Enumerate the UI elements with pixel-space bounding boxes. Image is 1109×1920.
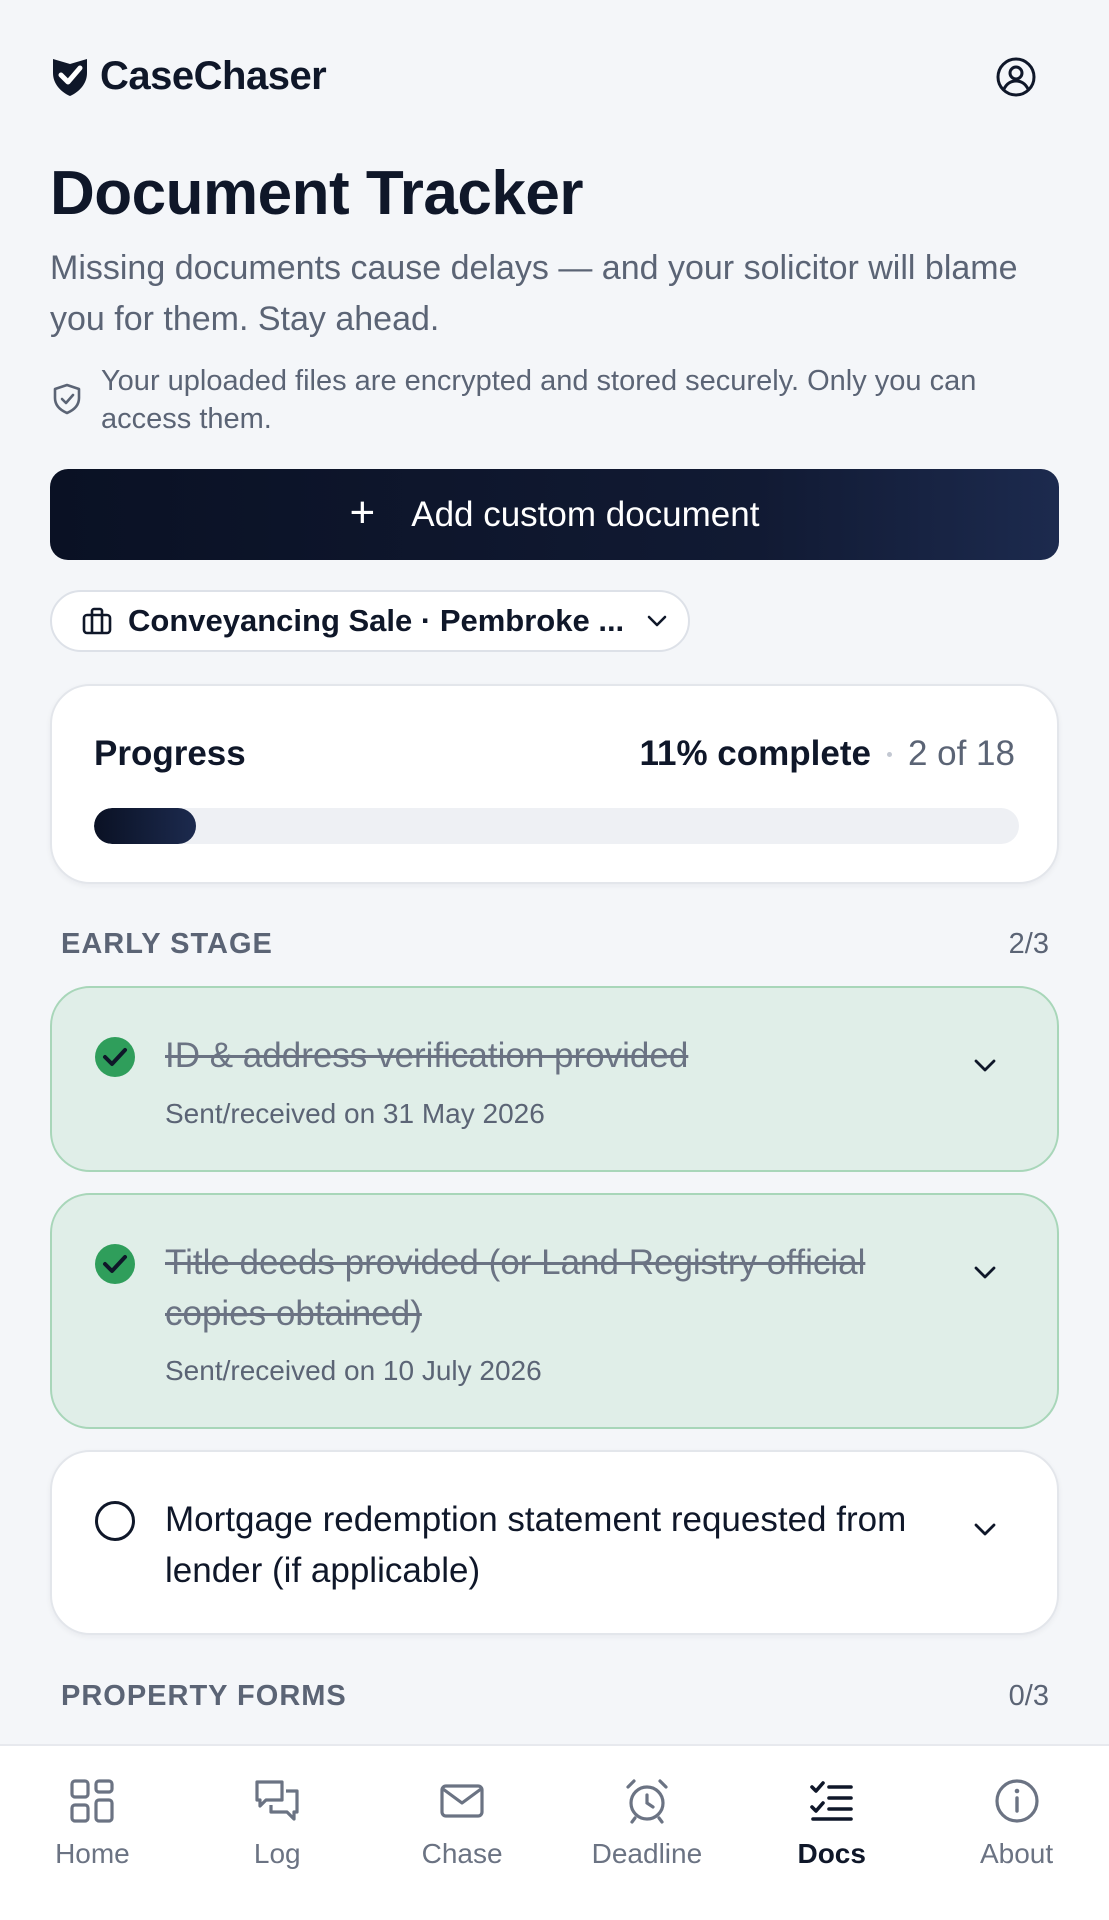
document-title: Mortgage redemption statement requested …	[165, 1500, 907, 1590]
checklist-icon	[809, 1781, 853, 1821]
section-count: 2/3	[1008, 928, 1049, 960]
bottom-navigation: Home Log Chase Deadline Docs About	[0, 1744, 1109, 1920]
progress-bar-fill	[94, 808, 196, 844]
nav-item-docs[interactable]: Docs	[739, 1746, 924, 1920]
progress-card: Progress 11% complete 2 of 18	[50, 684, 1059, 884]
section-header-property-forms: PROPERTY FORMS 0/3	[61, 1680, 1049, 1713]
section-title: EARLY STAGE	[61, 928, 273, 960]
check-circle-icon[interactable]	[94, 1036, 136, 1078]
home-grid-icon	[70, 1779, 115, 1823]
app-name: CaseChaser	[100, 54, 327, 98]
progress-label: Progress	[94, 734, 246, 773]
section-header-early-stage: EARLY STAGE 2/3	[61, 928, 1049, 961]
chevron-down-icon[interactable]	[973, 1058, 997, 1074]
nav-item-about[interactable]: About	[924, 1746, 1109, 1920]
document-item[interactable]: ID & address verification provided Sent/…	[50, 986, 1059, 1172]
chevron-down-icon[interactable]	[973, 1522, 997, 1538]
page-title: Document Tracker	[50, 159, 584, 228]
mail-icon	[440, 1784, 484, 1818]
nav-label: Deadline	[591, 1838, 703, 1869]
document-title: Title deeds provided (or Land Registry o…	[165, 1243, 866, 1333]
nav-label: Chase	[421, 1838, 503, 1869]
info-icon	[994, 1779, 1039, 1823]
progress-percent: 11% complete	[639, 734, 871, 773]
nav-label: Home	[55, 1838, 130, 1869]
security-note: Your uploaded files are encrypted and st…	[50, 362, 1060, 438]
nav-label: About	[979, 1838, 1054, 1869]
document-date: Sent/received on 31 May 2026	[165, 1098, 545, 1129]
check-circle-icon[interactable]	[94, 1243, 136, 1285]
document-date: Sent/received on 10 July 2026	[165, 1355, 542, 1386]
user-profile-icon[interactable]	[995, 56, 1037, 98]
nav-item-chase[interactable]: Chase	[370, 1746, 555, 1920]
progress-bar	[94, 808, 1019, 844]
plus-icon: +	[349, 487, 376, 537]
document-title: ID & address verification provided	[165, 1036, 689, 1075]
chat-icon	[255, 1780, 299, 1821]
document-item[interactable]: Title deeds provided (or Land Registry o…	[50, 1193, 1059, 1429]
nav-label: Docs	[797, 1838, 866, 1869]
case-selector-dropdown[interactable]: Conveyancing Sale · Pembroke ...	[50, 590, 690, 652]
separator-dot	[886, 751, 892, 757]
security-note-text: Your uploaded files are encrypted and st…	[101, 365, 977, 435]
section-count: 0/3	[1008, 1680, 1049, 1712]
nav-item-deadline[interactable]: Deadline	[554, 1746, 739, 1920]
section-title: PROPERTY FORMS	[61, 1680, 347, 1712]
app-logo[interactable]: CaseChaser	[50, 54, 327, 99]
page-subtitle: Missing documents cause delays — and you…	[50, 249, 1018, 338]
add-custom-document-label: Add custom document	[411, 494, 760, 534]
shield-check-logo-icon	[53, 58, 87, 96]
document-item[interactable]: Mortgage redemption statement requested …	[50, 1450, 1059, 1635]
case-selector-value: Conveyancing Sale · Pembroke ...	[128, 603, 625, 638]
briefcase-icon	[82, 607, 112, 635]
progress-count: 2 of 18	[907, 734, 1015, 773]
nav-item-log[interactable]: Log	[185, 1746, 370, 1920]
chevron-down-icon[interactable]	[973, 1265, 997, 1281]
nav-item-home[interactable]: Home	[0, 1746, 185, 1920]
alarm-clock-icon	[626, 1779, 668, 1824]
progress-summary: 11% complete 2 of 18	[639, 734, 1015, 774]
app-header: CaseChaser	[0, 0, 1109, 150]
add-custom-document-button[interactable]: + Add custom document	[50, 469, 1059, 560]
shield-check-icon	[53, 383, 81, 415]
chevron-down-icon	[647, 615, 667, 627]
empty-circle-checkbox-icon[interactable]	[94, 1500, 136, 1542]
nav-label: Log	[253, 1838, 301, 1869]
